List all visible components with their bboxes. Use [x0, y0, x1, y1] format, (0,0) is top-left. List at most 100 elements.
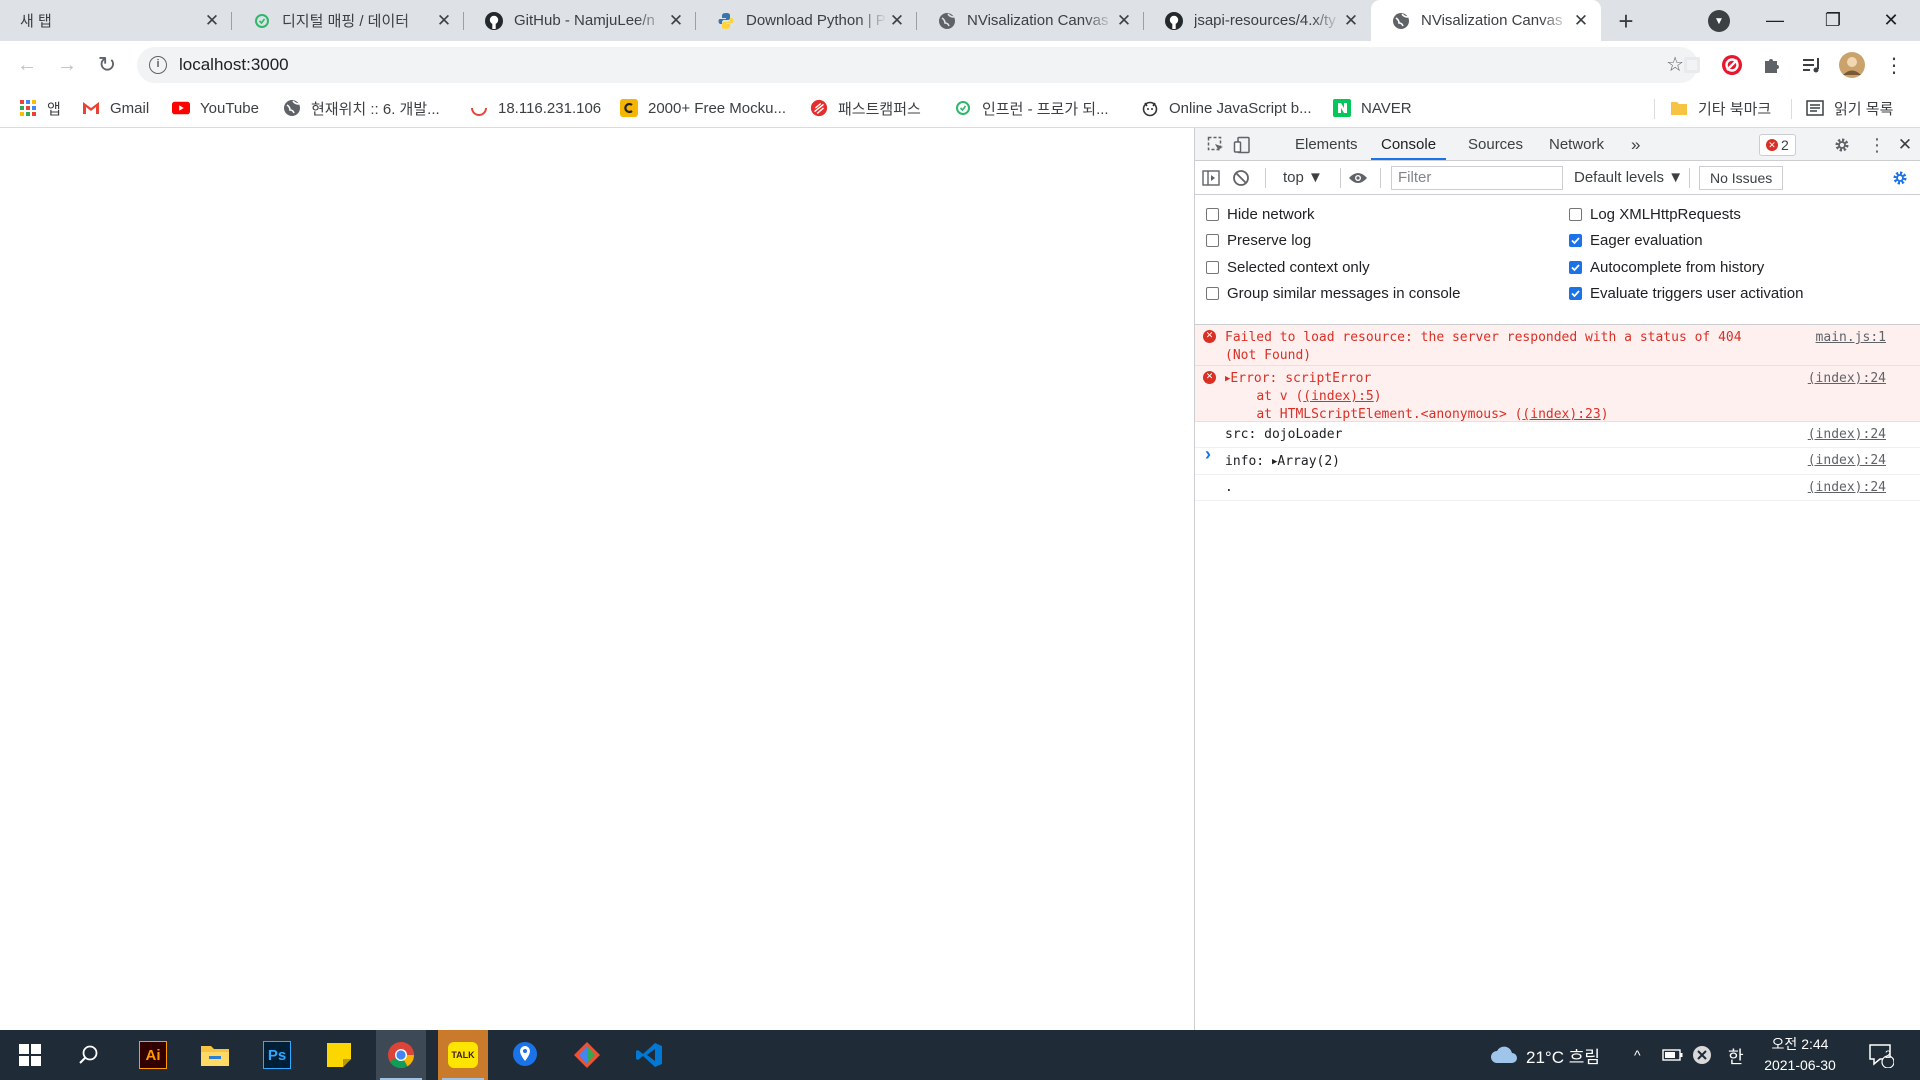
settings-gear-icon[interactable] — [1831, 134, 1853, 156]
close-icon[interactable]: ✕ — [202, 11, 222, 31]
clear-console-icon[interactable] — [1230, 167, 1252, 189]
bookmark-gmail[interactable]: Gmail — [82, 90, 149, 126]
issues-button[interactable]: No Issues — [1699, 166, 1784, 190]
sticky-notes-icon[interactable] — [314, 1030, 364, 1080]
extension-placeholder-icon[interactable] — [1676, 49, 1708, 81]
checkbox[interactable] — [1569, 207, 1582, 221]
stack-link[interactable]: (index):5 — [1303, 389, 1373, 404]
close-icon[interactable]: ✕ — [666, 11, 686, 31]
close-icon[interactable]: ✕ — [1571, 11, 1591, 31]
network-disconnected-icon[interactable] — [1692, 1030, 1712, 1080]
bookmark-youtube[interactable]: YouTube — [172, 90, 259, 126]
new-tab-button[interactable]: + — [1611, 6, 1641, 36]
hide-network-checkbox[interactable]: Hide network — [1206, 204, 1315, 224]
extensions-puzzle-icon[interactable] — [1756, 49, 1788, 81]
message-source-link[interactable]: main.js:1 — [1816, 329, 1886, 347]
more-tabs-button[interactable]: » — [1631, 128, 1640, 160]
tab-new-tab[interactable]: 새 탭 ✕ — [0, 0, 232, 41]
tab-elements[interactable]: Elements — [1295, 128, 1358, 160]
stack-link[interactable]: (index):23 — [1522, 407, 1600, 422]
bookmark-reading-list[interactable]: 읽기 목록 — [1806, 90, 1893, 126]
git-icon[interactable] — [562, 1030, 612, 1080]
weather-widget[interactable]: 21°C 흐림 — [1490, 1030, 1600, 1080]
checkbox[interactable] — [1206, 207, 1219, 221]
close-icon[interactable]: ✕ — [434, 11, 454, 31]
url-text[interactable]: localhost:3000 — [179, 47, 289, 83]
tab-download-python[interactable]: Download Python | P ✕ — [696, 0, 917, 41]
log-levels-dropdown[interactable]: Default levels ▼ — [1574, 161, 1683, 195]
context-selector[interactable]: top ▼ — [1283, 161, 1323, 195]
bookmark-apps[interactable]: 앱 — [19, 90, 61, 126]
close-icon[interactable]: ✕ — [1341, 11, 1361, 31]
array-preview[interactable]: Array(2) — [1277, 454, 1340, 469]
console-settings-gear-icon[interactable] — [1889, 167, 1911, 189]
group-similar-checkbox[interactable]: Group similar messages in console — [1206, 283, 1460, 303]
tab-search-icon[interactable]: ▼ — [1708, 10, 1730, 32]
message-source-link[interactable]: (index):24 — [1808, 370, 1886, 388]
file-explorer-icon[interactable] — [190, 1030, 240, 1080]
chrome-icon[interactable] — [376, 1030, 426, 1080]
tab-network[interactable]: Network — [1549, 128, 1604, 160]
evaluate-triggers-checkbox[interactable]: Evaluate triggers user activation — [1569, 283, 1803, 303]
device-toolbar-icon[interactable] — [1231, 134, 1253, 156]
selected-context-only-checkbox[interactable]: Selected context only — [1206, 257, 1370, 277]
bookmark-inflearn[interactable]: 인프런 - 프로가 되... — [954, 90, 1109, 126]
tab-nvisalization-canvas[interactable]: NVisalization Canvas ✕ — [917, 0, 1144, 41]
reload-button[interactable]: ↻ — [91, 49, 123, 81]
forward-button[interactable]: → — [51, 49, 83, 81]
message-source-link[interactable]: (index):24 — [1808, 479, 1886, 497]
close-icon[interactable]: ✕ — [887, 11, 907, 31]
checkbox-checked[interactable] — [1569, 286, 1582, 300]
console-filter-input[interactable]: Filter — [1391, 166, 1563, 190]
close-devtools-icon[interactable]: ✕ — [1894, 134, 1916, 156]
vscode-icon[interactable] — [624, 1030, 674, 1080]
bookmark-js-beautifier[interactable]: Online JavaScript b... — [1141, 90, 1312, 126]
log-xmlhttprequests-checkbox[interactable]: Log XMLHttpRequests — [1569, 204, 1741, 224]
notification-center-icon[interactable]: 2 — [1868, 1030, 1894, 1080]
adblock-extension-icon[interactable] — [1716, 49, 1748, 81]
bookmark-ip-address[interactable]: 18.116.231.106 — [470, 90, 601, 126]
console-error-message[interactable]: ✕ ▶Error: scriptError at v ((index):5) a… — [1195, 366, 1920, 422]
back-button[interactable]: ← — [11, 49, 43, 81]
tab-sources[interactable]: Sources — [1468, 128, 1523, 160]
tab-jsapi-resources[interactable]: jsapi-resources/4.x/ty ✕ — [1144, 0, 1371, 41]
page-viewport[interactable] — [0, 128, 1194, 1030]
checkbox-checked[interactable] — [1569, 233, 1582, 247]
minimize-button[interactable]: — — [1746, 0, 1804, 41]
checkbox[interactable] — [1206, 233, 1219, 247]
console-prompt[interactable]: › — [1205, 444, 1211, 465]
sidebar-toggle-icon[interactable] — [1200, 167, 1222, 189]
kakaotalk-icon[interactable]: TALK — [438, 1030, 488, 1080]
error-count-badge[interactable]: ✕ 2 — [1759, 134, 1796, 156]
preserve-log-checkbox[interactable]: Preserve log — [1206, 230, 1311, 250]
system-clock[interactable]: 오전 2:44 2021-06-30 — [1764, 1034, 1836, 1076]
start-icon[interactable] — [5, 1030, 55, 1080]
inspect-element-icon[interactable] — [1205, 134, 1227, 156]
illustrator-icon[interactable]: Ai — [128, 1030, 178, 1080]
chrome-menu-button[interactable]: ⋮ — [1878, 49, 1910, 81]
checkbox[interactable] — [1206, 286, 1219, 300]
maps-icon[interactable] — [500, 1030, 550, 1080]
bookmark-other-bookmarks[interactable]: 기타 북마크 — [1670, 90, 1771, 126]
battery-icon[interactable] — [1662, 1030, 1684, 1080]
search-icon[interactable] — [64, 1030, 114, 1080]
address-bar[interactable]: i localhost:3000 ☆ — [137, 47, 1698, 83]
close-window-button[interactable]: ✕ — [1862, 0, 1920, 41]
tab-digital-mapping[interactable]: 디지털 매핑 / 데이터 ✕ — [232, 0, 464, 41]
devtools-menu-icon[interactable]: ⋮ — [1866, 134, 1888, 156]
autocomplete-history-checkbox[interactable]: Autocomplete from history — [1569, 257, 1764, 277]
message-source-link[interactable]: (index):24 — [1808, 452, 1886, 470]
live-expression-eye-icon[interactable] — [1347, 167, 1369, 189]
show-hidden-icons[interactable]: ^ — [1634, 1030, 1641, 1080]
bookmark-free-mockups[interactable]: 2000+ Free Mocku... — [620, 90, 786, 126]
checkbox[interactable] — [1206, 260, 1219, 274]
profile-avatar[interactable] — [1836, 49, 1868, 81]
checkbox-checked[interactable] — [1569, 260, 1582, 274]
bookmark-fastcampus[interactable]: 패스트캠퍼스 — [810, 90, 921, 126]
tab-nvisalization-canvas-active[interactable]: NVisalization Canvas ✕ — [1371, 0, 1601, 41]
message-source-link[interactable]: (index):24 — [1808, 426, 1886, 444]
bookmark-naver[interactable]: NAVER — [1333, 90, 1412, 126]
bookmark-current-location[interactable]: 현재위치 :: 6. 개발... — [283, 90, 440, 126]
site-info-icon[interactable]: i — [149, 56, 167, 74]
restore-button[interactable]: ❐ — [1804, 0, 1862, 41]
